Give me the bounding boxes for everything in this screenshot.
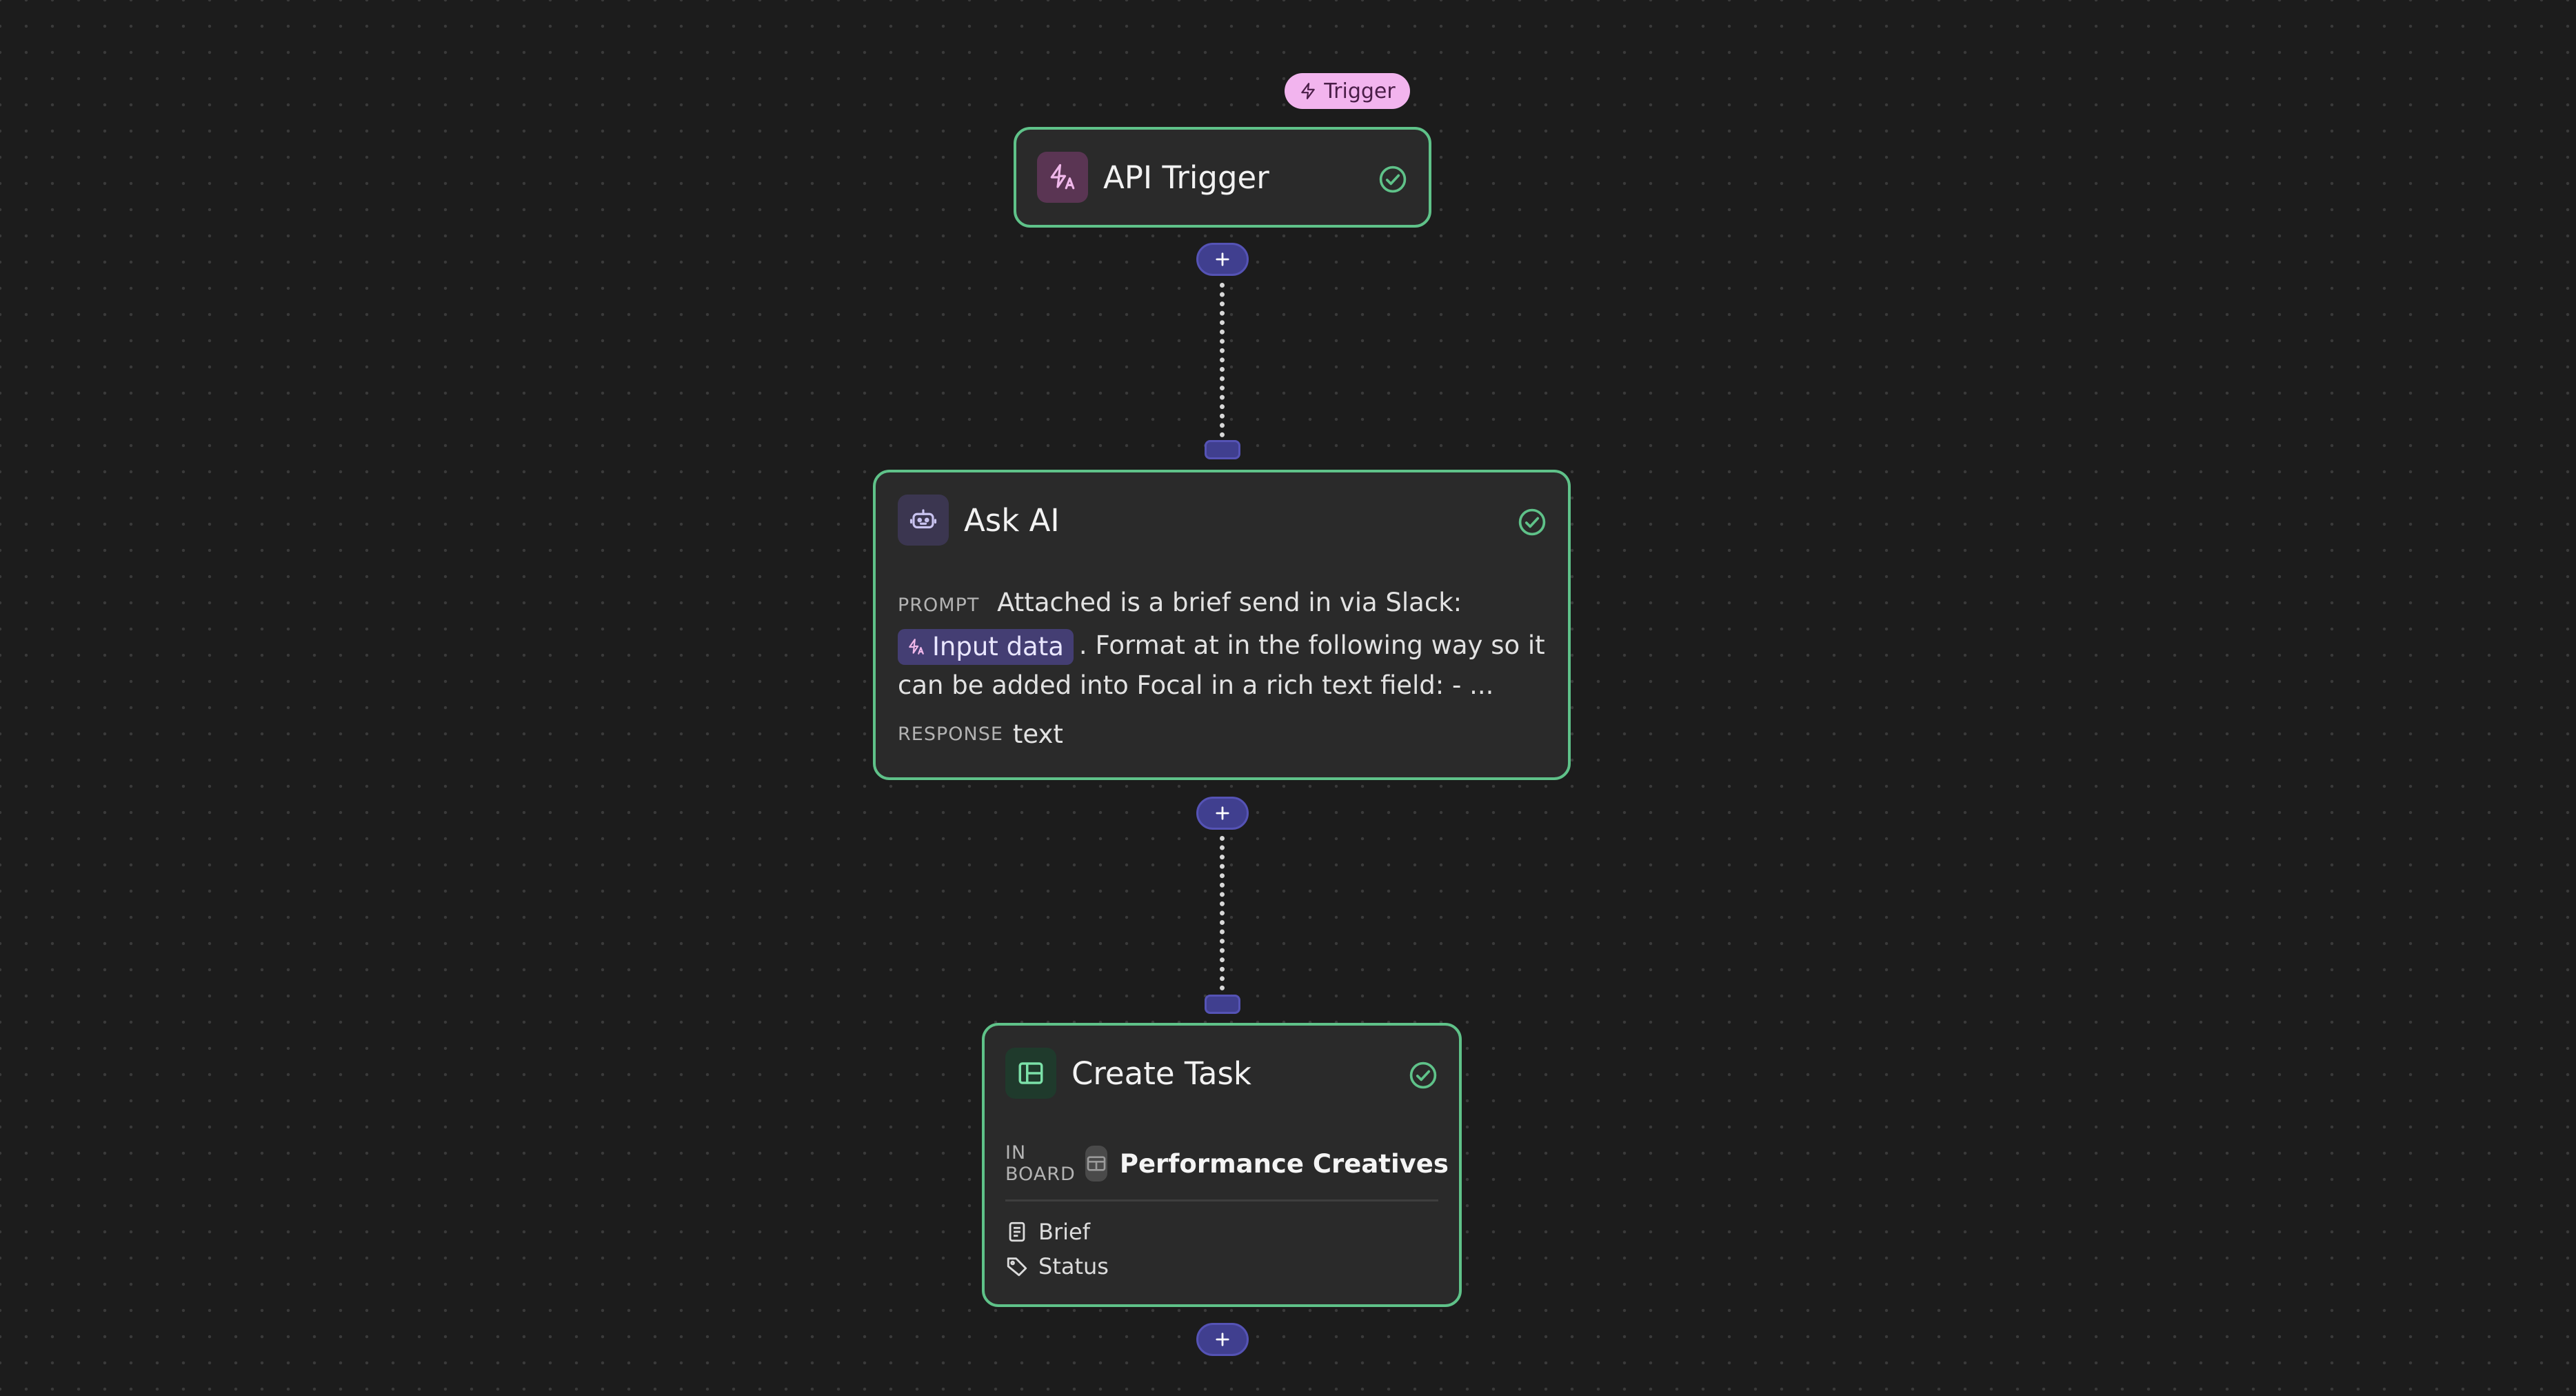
connector-line: [1220, 836, 1225, 990]
field-label: Brief: [1038, 1219, 1090, 1245]
response-label: RESPONSE: [898, 724, 1003, 745]
bolt-icon: [1301, 83, 1316, 99]
field-row-status: Status: [1005, 1253, 1109, 1279]
prompt-text: Attached is a brief send in via Slack:: [997, 588, 1462, 617]
input-handle[interactable]: [1205, 440, 1240, 459]
check-circle-icon: [1518, 508, 1546, 536]
api-trigger-icon: [1037, 152, 1088, 203]
tag-icon: [1007, 1257, 1027, 1277]
input-data-chip[interactable]: Input data: [898, 628, 1074, 665]
workflow-canvas[interactable]: Trigger API Trigger Ask AI PROMPT Attach…: [0, 0, 2576, 1396]
trigger-badge: Trigger: [1285, 73, 1410, 109]
input-data-chip-label: Input data: [932, 631, 1064, 661]
prompt-label: PROMPT: [898, 595, 980, 616]
node-header: API Trigger: [1037, 152, 1269, 203]
plus-icon: [1216, 252, 1229, 266]
board-label: IN BOARD: [1005, 1142, 1076, 1185]
api-trigger-node[interactable]: API Trigger: [1014, 127, 1431, 228]
connector-line: [1220, 283, 1225, 437]
response-value: text: [1012, 719, 1063, 749]
node-header: Create Task: [1005, 1048, 1251, 1099]
document-icon: [1009, 1222, 1025, 1242]
add-step-button[interactable]: [1196, 797, 1249, 830]
add-step-button[interactable]: [1196, 243, 1249, 276]
check-circle-icon: [1379, 166, 1407, 193]
plus-icon: [1216, 1333, 1229, 1346]
add-step-button[interactable]: [1196, 1323, 1249, 1356]
input-handle[interactable]: [1205, 995, 1240, 1014]
field-row-brief: Brief: [1005, 1219, 1090, 1245]
create-task-node[interactable]: Create Task IN BOARD Performance Creativ…: [982, 1023, 1462, 1307]
field-label: Status: [1038, 1253, 1109, 1279]
robot-icon: [898, 495, 949, 546]
node-title: Ask AI: [964, 501, 1060, 539]
divider: [1005, 1199, 1438, 1201]
ask-ai-node[interactable]: Ask AI PROMPT Attached is a brief send i…: [873, 470, 1571, 780]
board-field: IN BOARD Performance Creatives: [1005, 1142, 1449, 1185]
board-name: Performance Creatives: [1119, 1148, 1449, 1179]
node-header: Ask AI: [898, 495, 1060, 546]
table-icon: [1085, 1146, 1107, 1181]
prompt-field: PROMPT Attached is a brief send in via S…: [898, 583, 1553, 706]
board-layout-icon: [1005, 1048, 1056, 1099]
api-trigger-icon: [909, 638, 924, 655]
node-title: Create Task: [1071, 1055, 1251, 1092]
plus-icon: [1216, 806, 1229, 820]
check-circle-icon: [1409, 1061, 1437, 1089]
response-field: RESPONSE text: [898, 719, 1063, 749]
trigger-badge-label: Trigger: [1324, 79, 1396, 103]
node-title: API Trigger: [1103, 159, 1269, 196]
